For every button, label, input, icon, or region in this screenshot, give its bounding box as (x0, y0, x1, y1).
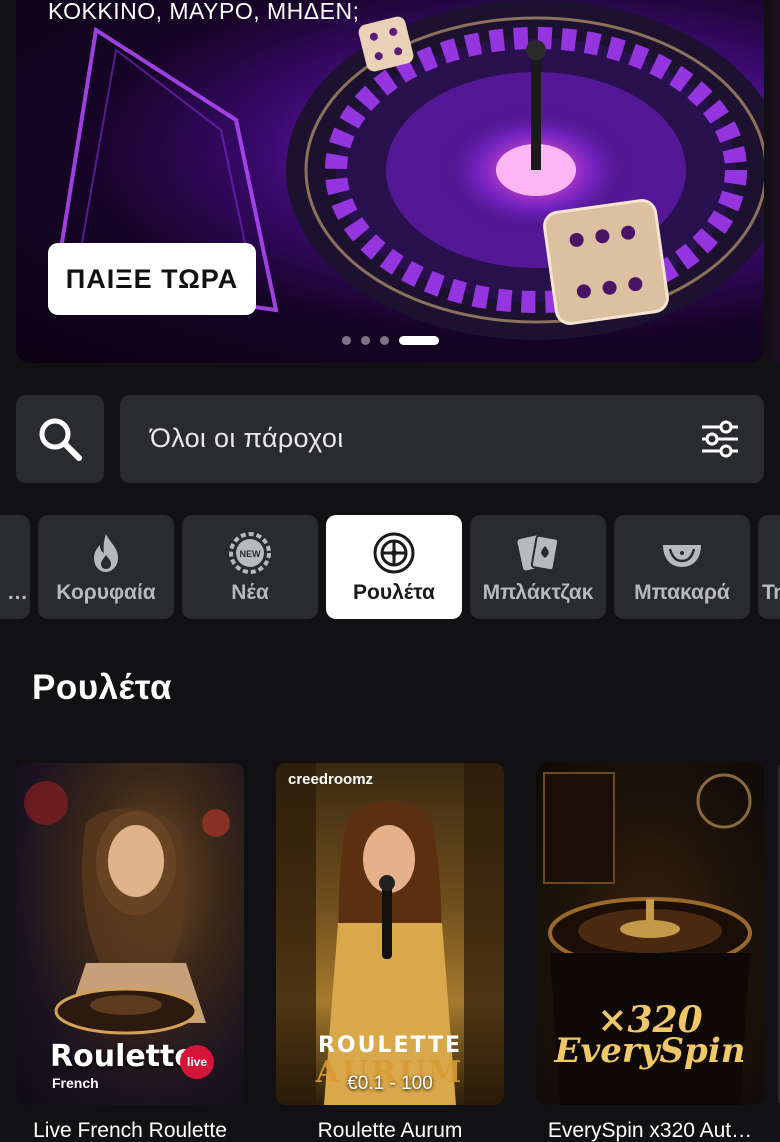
tab-blackjack[interactable]: Μπλάκτζακ (470, 515, 606, 619)
roulette-icon (373, 532, 415, 574)
game-title[interactable]: EverySpin x320 Aut… (536, 1119, 764, 1142)
casino-page: ΚΟΚΚΙΝΟ, ΜΑΥΡΟ, ΜΗΔΕΝ; ΠΑΙΞΕ ΤΩΡΑ Όλοι ο… (0, 0, 780, 1142)
game-title[interactable]: Roulette Aurum (276, 1119, 504, 1142)
tab-label: … (7, 581, 28, 604)
tab-label: Μπλάκτζακ (482, 581, 594, 604)
tab-previous-category[interactable]: … (0, 515, 30, 619)
game-thumbnail[interactable]: Roulette live French (16, 763, 244, 1105)
next-banner-peek[interactable] (772, 0, 780, 363)
provider-filter-label: Όλοι οι πάροχοι (150, 423, 344, 453)
carousel-dot[interactable] (380, 336, 389, 345)
baccarat-table-icon (663, 545, 701, 567)
carousel-dot[interactable] (342, 336, 351, 345)
live-badge: live (180, 1045, 214, 1079)
carousel-dot[interactable] (361, 336, 370, 345)
tab-label: Τη (762, 581, 780, 604)
hero-banner[interactable]: ΚΟΚΚΙΝΟ, ΜΑΥΡΟ, ΜΗΔΕΝ; ΠΑΙΞΕ ΤΩΡΑ (16, 0, 764, 363)
new-badge-icon: NEW (229, 532, 271, 574)
tab-baccarat[interactable]: Μπακαρά (614, 515, 750, 619)
tab-label: Νέα (231, 581, 269, 604)
game-card[interactable]: Roulette live French Live French Roulett… (16, 763, 244, 1142)
game-card[interactable]: ×320 EverySpin EverySpin x320 Aut… (536, 763, 764, 1142)
fire-icon (94, 534, 118, 572)
bet-limits: €0.1 - 100 (347, 1073, 433, 1094)
game-logo-subtitle: French (52, 1075, 99, 1091)
provider-filter[interactable]: Όλοι οι πάροχοι (120, 395, 764, 483)
tab-new[interactable]: NEW Νέα (182, 515, 318, 619)
play-now-button[interactable]: ΠΑΙΞΕ ΤΩΡΑ (48, 243, 256, 315)
game-card[interactable]: creedroomz ROULETTE AURUM €0.1 - 100 Rou… (276, 763, 504, 1142)
carousel-dot-active[interactable] (399, 336, 439, 345)
game-thumbnail[interactable]: creedroomz ROULETTE AURUM €0.1 - 100 (276, 763, 504, 1105)
tab-next-category[interactable]: Τη (758, 515, 780, 619)
hero-title: ΚΟΚΚΙΝΟ, ΜΑΥΡΟ, ΜΗΔΕΝ; (48, 0, 360, 24)
game-thumbnail[interactable]: ×320 EverySpin (536, 763, 764, 1105)
cards-icon (517, 534, 560, 572)
carousel-pagination (342, 336, 439, 345)
tab-label: Ρουλέτα (353, 581, 435, 604)
provider-brand: creedroomz (288, 771, 374, 788)
category-tabs: … Κορυφαία NEW Νέα Ρουλέτα Μπλάκτζακ Μπα… (0, 515, 780, 619)
svg-text:NEW: NEW (240, 549, 262, 559)
sliders-icon (702, 420, 738, 458)
tab-roulette[interactable]: Ρουλέτα (326, 515, 462, 619)
tab-label: Μπακαρά (634, 581, 730, 604)
tab-top[interactable]: Κορυφαία (38, 515, 174, 619)
section-title: Ρουλέτα (32, 668, 173, 707)
game-title[interactable]: Live French Roulette (16, 1119, 244, 1142)
game-logo: Roulette (50, 1039, 195, 1074)
search-icon (39, 418, 82, 461)
tab-label: Κορυφαία (56, 581, 156, 604)
game-logo-subtitle: EverySpin (554, 1031, 746, 1071)
search-button[interactable] (16, 395, 104, 483)
